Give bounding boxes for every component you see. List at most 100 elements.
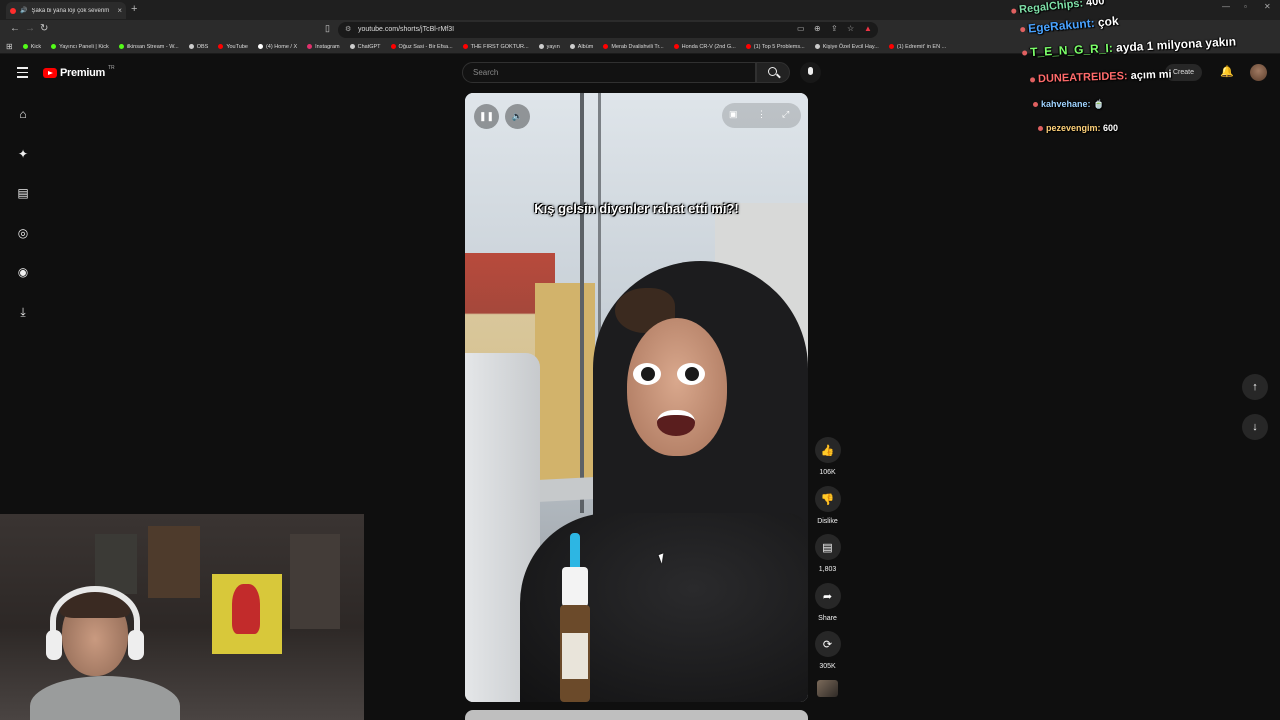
share-label: Share: [818, 615, 837, 622]
chat-username: RegalChips:: [1018, 0, 1084, 17]
bookmark-item[interactable]: Instagram: [307, 43, 340, 50]
close-tab-icon[interactable]: ×: [117, 6, 122, 15]
back-icon[interactable]: ←: [10, 23, 20, 34]
captions-icon[interactable]: ▣: [729, 109, 738, 120]
volume-button[interactable]: 🔈: [505, 104, 530, 129]
share-page-icon[interactable]: ⇪: [831, 24, 838, 33]
subscriptions-icon[interactable]: ▤: [14, 184, 32, 202]
more-options-icon[interactable]: ⋮: [757, 109, 766, 120]
tab-title: Şaka bi yana lojı çok severim: [31, 7, 110, 14]
reload-icon[interactable]: ↻: [40, 23, 48, 34]
bookmark-favicon-icon: [257, 44, 263, 49]
building-image: [535, 283, 595, 483]
bookmark-item[interactable]: Kişiye Özel Evcil Hay...: [814, 44, 879, 50]
bookmark-item[interactable]: ChatGPT: [349, 43, 381, 50]
share-icon: ➦: [814, 583, 841, 609]
bookmark-item[interactable]: THE FIRST GOKTUR...: [462, 44, 529, 50]
chat-text: ayda 1 milyona yakın: [1115, 34, 1237, 55]
sound-thumbnail[interactable]: [817, 680, 838, 697]
bookmark-item[interactable]: (4) Home / X: [257, 44, 297, 50]
cast-icon[interactable]: ▭: [797, 24, 805, 33]
headphone-cup: [128, 630, 144, 660]
bookmark-label: Instagram: [315, 43, 340, 50]
bookmark-favicon-icon: [569, 44, 575, 49]
wall-poster: [212, 574, 282, 654]
eye-image: [633, 363, 661, 385]
spray-cap: [562, 567, 588, 607]
like-button[interactable]: 👍 106K: [812, 437, 843, 476]
youtube-favicon-icon: [10, 7, 16, 14]
fullscreen-icon[interactable]: ⤢: [782, 109, 789, 120]
bookmark-label: ChatGPT: [357, 43, 381, 50]
search-icon: [768, 67, 777, 76]
apps-grid-icon[interactable]: ⊞: [6, 42, 13, 51]
webcam-overlay: [0, 514, 364, 720]
shirt-image: [30, 676, 180, 720]
dislike-button[interactable]: 👎 Dislike: [812, 486, 843, 525]
region-code: TR: [107, 65, 115, 71]
stream-chat-overlay: RegalChips: 400 EgeRakunt: çok T_E_N_G_R_I…: [1000, 0, 1280, 140]
bookmark-favicon-icon: [462, 44, 468, 49]
forward-icon[interactable]: →: [25, 23, 35, 34]
bookmark-item[interactable]: (1) Edremit' in EN ...: [888, 44, 946, 50]
bookmark-item[interactable]: Yayıncı Paneli | Kick: [51, 44, 109, 50]
chat-message: kahvehane: 🍵: [1033, 99, 1104, 110]
home-icon[interactable]: ⌂: [14, 105, 32, 123]
bookmark-label: yayın: [546, 43, 560, 50]
youtube-logo[interactable]: Premium TR: [43, 65, 115, 79]
bookmark-favicon-icon: [349, 44, 355, 49]
bookmark-item[interactable]: YouTube: [218, 44, 248, 50]
new-tab-icon[interactable]: +: [131, 3, 137, 15]
bookmark-item[interactable]: Albüm: [569, 43, 594, 50]
bookmark-item[interactable]: Honda CR-V (2nd G...: [673, 44, 736, 50]
bookmark-favicon-icon: [390, 44, 396, 49]
chat-username: pezevengim:: [1046, 123, 1101, 133]
chat-message: T_E_N_G_R_I: ayda 1 milyona yakın: [1022, 34, 1237, 59]
zoom-icon[interactable]: ⊕: [814, 24, 821, 33]
chat-username: DUNEATREIDES:: [1037, 70, 1128, 86]
shorts-icon[interactable]: ✦: [14, 145, 32, 163]
audio-playing-icon[interactable]: 🔊: [20, 7, 27, 14]
bookmark-item[interactable]: Kick: [22, 44, 41, 50]
search-input[interactable]: Search: [462, 62, 756, 83]
bookmark-favicon-icon: [673, 44, 679, 49]
bookmark-favicon-icon: [603, 44, 609, 49]
bookmark-item[interactable]: Merab Dvalishvili Tr...: [603, 44, 664, 50]
comment-count: 1,803: [818, 566, 837, 573]
bookmark-favicon-icon: [538, 44, 544, 49]
remix-button[interactable]: ⟳ 305K: [812, 631, 843, 670]
chat-badge-icon: [1020, 27, 1026, 33]
chat-message: EgeRakunt: çok: [1020, 14, 1119, 37]
shorts-video-player[interactable]: Kış gelsin diyenler rahat etti mi?! ❚❚ 🔈…: [465, 93, 808, 702]
bookmark-favicon-icon: [307, 44, 313, 49]
extension-icon[interactable]: ▲: [864, 24, 872, 33]
downloads-icon[interactable]: ⤓: [14, 303, 32, 321]
you-icon[interactable]: ◉: [14, 263, 32, 281]
next-short-button[interactable]: ↓: [1242, 414, 1268, 440]
chat-badge-icon: [1011, 7, 1017, 14]
bookmark-item[interactable]: yayın: [538, 43, 560, 50]
eye-image: [677, 363, 705, 385]
bookmark-item[interactable]: Oğuz Sasi - Bir Efsa...: [390, 44, 453, 50]
bookmark-item[interactable]: ilkinsan Stream - W...: [118, 44, 179, 50]
pause-button[interactable]: ❚❚: [474, 104, 499, 129]
share-button[interactable]: ➦ Share: [812, 583, 843, 622]
bookmark-label: Albüm: [577, 43, 594, 50]
bookmark-favicon-icon: [51, 44, 57, 49]
premium-icon[interactable]: ◎: [14, 224, 32, 242]
bookmark-icon[interactable]: ▯: [325, 23, 330, 34]
bookmark-item[interactable]: (1) Top 5 Problems...: [745, 44, 805, 50]
menu-icon[interactable]: [17, 67, 28, 81]
thumbs-up-icon: 👍: [814, 437, 841, 463]
bookmark-item[interactable]: OBS: [188, 44, 208, 50]
previous-short-button[interactable]: ↑: [1242, 374, 1268, 400]
voice-search-button[interactable]: [800, 62, 821, 83]
site-info-icon[interactable]: ⚙: [345, 22, 351, 38]
next-short-preview[interactable]: [465, 710, 808, 720]
browser-tab[interactable]: 🔊 Şaka bi yana lojı çok severim ×: [6, 2, 126, 19]
comments-button[interactable]: ▤ 1,803: [812, 534, 843, 573]
star-icon[interactable]: ☆: [847, 24, 854, 33]
video-caption: Kış gelsin diyenler rahat etti mi?!: [534, 201, 739, 216]
search-button[interactable]: [756, 62, 790, 83]
dislike-label: Dislike: [817, 518, 838, 525]
